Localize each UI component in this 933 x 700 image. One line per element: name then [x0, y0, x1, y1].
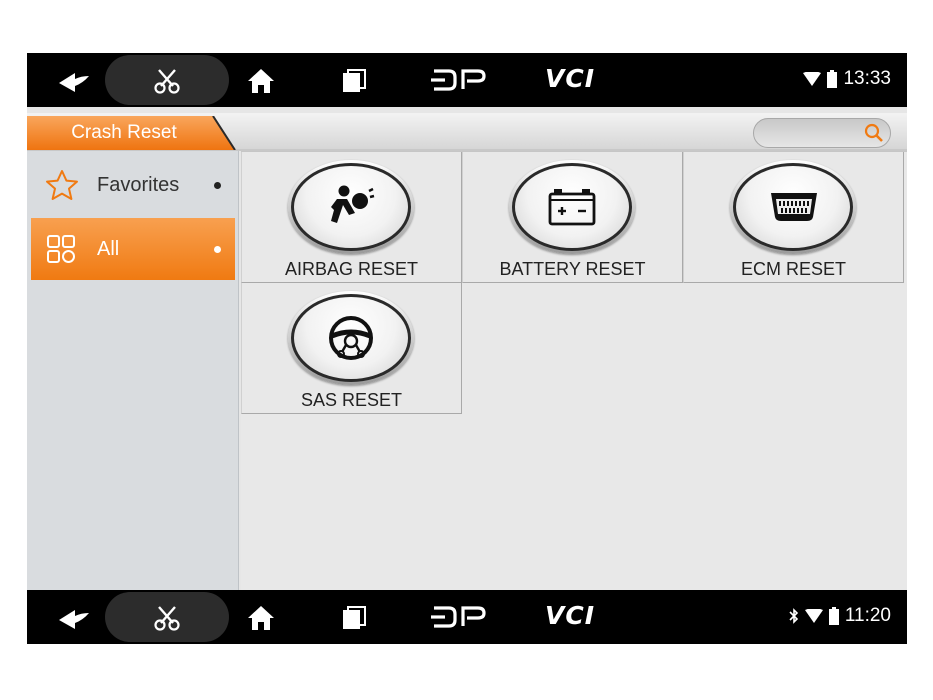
- top-system-bar: VCI 13:33: [27, 53, 907, 107]
- back-arrow-icon[interactable]: [55, 604, 91, 630]
- status-indicators: 11:20: [789, 605, 891, 627]
- home-icon[interactable]: [247, 68, 275, 94]
- function-tile-airbag-reset[interactable]: AIRBAG RESET: [241, 152, 462, 283]
- home-icon[interactable]: [247, 605, 275, 631]
- search-input[interactable]: [753, 118, 891, 148]
- star-icon: [46, 170, 78, 200]
- airbag-icon: [331, 185, 375, 223]
- steering-wheel-icon: [329, 316, 373, 360]
- function-button: [288, 291, 414, 385]
- clock-time: 13:33: [843, 68, 891, 89]
- battery-status-icon: [828, 607, 839, 625]
- bottom-navigation-bar: VCI 11:20: [27, 590, 907, 644]
- sidebar-item-label: Favorites: [97, 174, 180, 196]
- function-grid: AIRBAG RESET BATTERY RESET ECM RESET SAS…: [241, 151, 907, 590]
- function-button: [730, 160, 856, 254]
- title-bar: Crash Reset: [27, 113, 907, 151]
- function-label: SAS RESET: [300, 390, 403, 410]
- battery-icon: [548, 189, 596, 226]
- function-button: [509, 160, 635, 254]
- ecm-connector-icon: [771, 193, 817, 221]
- sidebar-indicator-dot: [214, 182, 221, 189]
- function-label: AIRBAG RESET: [284, 259, 419, 279]
- function-label: BATTERY RESET: [499, 259, 646, 279]
- battery-status-icon: [827, 70, 838, 88]
- recent-apps-icon[interactable]: [341, 605, 367, 631]
- sidebar-item-favorites[interactable]: Favorites: [31, 154, 235, 216]
- sidebar-item-all[interactable]: All: [31, 218, 235, 280]
- clock-time: 11:20: [844, 605, 891, 626]
- scissors-icon: [154, 606, 180, 631]
- screenshot-pill[interactable]: [105, 592, 229, 642]
- function-tile-battery-reset[interactable]: BATTERY RESET: [462, 152, 683, 283]
- wifi-icon: [804, 609, 823, 623]
- function-label: ECM RESET: [740, 259, 846, 279]
- status-indicators: 13:33: [803, 68, 891, 90]
- grid-icon: [47, 235, 75, 263]
- function-tile-sas-reset[interactable]: SAS RESET: [241, 283, 462, 414]
- sidebar-item-label: All: [97, 238, 120, 260]
- back-arrow-icon[interactable]: [55, 67, 91, 93]
- function-tile-ecm-reset[interactable]: ECM RESET: [683, 152, 904, 283]
- vci-label[interactable]: VCI: [545, 64, 595, 93]
- vci-label[interactable]: VCI: [545, 601, 595, 630]
- dp-logo-icon[interactable]: [431, 605, 487, 629]
- scissors-icon: [154, 69, 180, 94]
- sidebar-indicator-dot: [214, 246, 221, 253]
- tab-title: Crash Reset: [71, 122, 177, 143]
- function-button: [288, 160, 414, 254]
- device-screen: VCI 13:33 Crash Reset Favorites All AIRB…: [27, 53, 907, 644]
- recent-apps-icon[interactable]: [341, 68, 367, 94]
- screenshot-pill[interactable]: [105, 55, 229, 105]
- tab-crash-reset[interactable]: Crash Reset: [27, 116, 239, 150]
- bluetooth-icon: [789, 608, 798, 624]
- wifi-icon: [803, 72, 822, 86]
- category-sidebar: Favorites All: [27, 151, 239, 590]
- dp-logo-icon[interactable]: [431, 68, 487, 92]
- search-icon[interactable]: [864, 123, 884, 143]
